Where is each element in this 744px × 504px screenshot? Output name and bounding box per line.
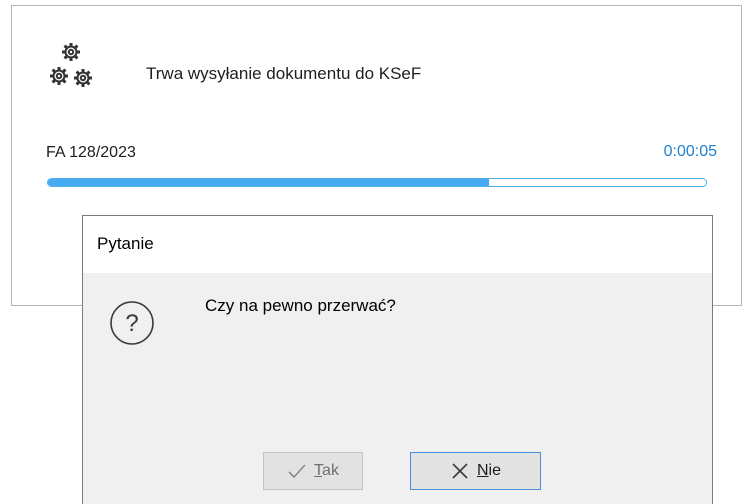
elapsed-time: 0:00:05 <box>663 143 717 160</box>
progress-bar-fill <box>48 179 489 186</box>
yes-button-label: Tak <box>314 462 339 479</box>
progress-bar <box>47 178 707 187</box>
dialog-titlebar[interactable]: Pytanie <box>83 216 712 273</box>
question-dialog: Pytanie ? Czy na pewno przerwać? Tak Nie <box>82 215 713 504</box>
question-icon: ? <box>110 301 154 345</box>
no-button-label: Nie <box>476 462 501 479</box>
dialog-title: Pytanie <box>97 234 154 253</box>
close-icon <box>452 463 468 479</box>
no-button[interactable]: Nie <box>410 452 541 490</box>
checkmark-icon <box>288 464 306 479</box>
screen: Trwa wysyłanie dokumentu do KSeF FA 128/… <box>0 0 744 504</box>
progress-title: Trwa wysyłanie dokumentu do KSeF <box>146 64 422 83</box>
document-number: FA 128/2023 <box>46 144 136 161</box>
gears-icon <box>50 43 92 87</box>
yes-button[interactable]: Tak <box>263 452 363 490</box>
svg-text:?: ? <box>125 310 138 337</box>
dialog-message: Czy na pewno przerwać? <box>205 296 396 315</box>
